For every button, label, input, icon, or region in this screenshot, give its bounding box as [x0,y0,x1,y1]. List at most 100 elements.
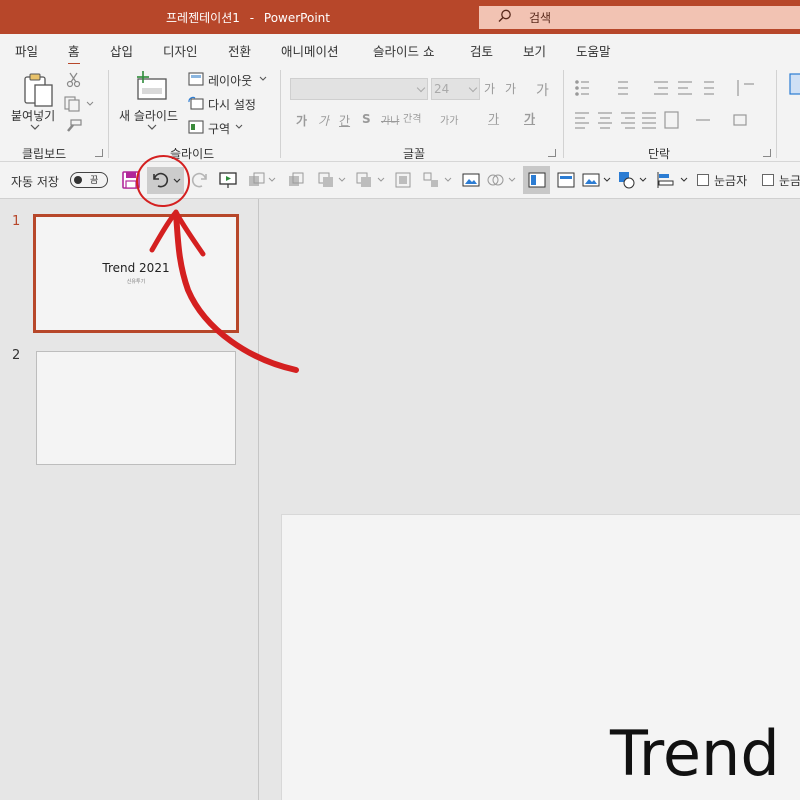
font-size-combo[interactable]: 24 [431,78,480,100]
arrange-icon[interactable] [246,170,276,190]
font-group-label: 글꼴 [403,147,426,161]
font-launcher-icon[interactable] [548,149,556,157]
font-size-chevron-icon[interactable] [468,83,478,93]
tab-animations[interactable]: 애니메이션 [281,41,339,60]
send-backward-icon[interactable] [316,170,346,190]
search-box[interactable]: 검색 [479,6,800,29]
toggle-knob [74,175,82,184]
ruler-checkbox[interactable] [697,174,709,186]
align-objects-icon[interactable] [422,170,452,190]
clipboard-group-label: 클립보드 [22,147,67,161]
start-slideshow-icon[interactable] [218,170,238,190]
autosave-toggle[interactable]: 끔 [70,172,108,188]
title-bar: 프레젠테이션1 - PowerPoint 검색 [0,0,800,34]
format-painter-icon[interactable] [64,119,82,135]
slide-thumbnail-2[interactable] [36,351,236,465]
copy-icon[interactable] [64,96,94,112]
align-buttons-row[interactable] [574,110,764,130]
bold-button[interactable]: 가 [296,112,307,129]
slide-thumbnail-1[interactable]: Trend 2021 신유투기 [33,214,239,333]
highlight-button[interactable]: 가 [488,110,499,127]
slides-group-label: 슬라이드 [170,147,215,161]
cut-icon[interactable] [66,72,82,88]
ruler-label: 눈금자 [714,174,748,188]
gridlines-label: 눈금 [779,174,800,188]
bring-forward-icon[interactable] [286,170,306,190]
ribbon-separator [776,70,777,158]
tab-transitions[interactable]: 전환 [228,41,251,60]
search-icon [498,9,511,22]
new-slide-icon[interactable] [134,71,168,101]
group-icon[interactable] [355,170,385,190]
font-size-value: 24 [434,82,450,96]
new-slide-label[interactable]: 새 슬라이드 [119,107,178,124]
toggle-state-label: 끔 [90,176,99,186]
document-title: 프레젠테이션1 [166,11,240,25]
ribbon-separator [563,70,564,158]
shrink-font-button[interactable]: 가 [505,80,516,97]
thumbnail-title: Trend 2021 [102,261,170,275]
picture-icon[interactable] [582,170,612,190]
clipboard-launcher-icon[interactable] [95,149,103,157]
underline-button[interactable]: 간 [339,112,350,129]
reset-icon[interactable] [188,96,204,110]
tab-insert[interactable]: 삽입 [110,41,133,60]
change-case-button[interactable]: 가가 [440,112,458,127]
ribbon-separator [108,70,109,158]
text-box-icon[interactable] [556,170,576,190]
shapes-icon[interactable] [618,170,648,190]
italic-button[interactable]: 가 [318,112,329,129]
slide-title-placeholder[interactable]: Trend 2 [610,717,800,790]
gridlines-checkbox[interactable] [762,174,774,186]
paste-icon[interactable] [22,72,56,108]
section-icon[interactable] [188,120,204,134]
font-color-button[interactable]: 가 [524,110,535,127]
tab-help[interactable]: 도움말 [576,41,611,60]
tab-view[interactable]: 보기 [523,41,546,60]
undo-icon[interactable] [150,170,170,190]
clear-format-button[interactable]: 가 [536,80,549,100]
ribbon: 붙여넣기 클립보드 새 슬라이드 레이아웃 다시 설정 구역 슬라이드 24 가… [0,64,800,162]
paragraph-group-label: 단락 [648,147,671,161]
shadow-button[interactable]: S [362,112,371,126]
insert-picture-icon[interactable] [461,170,481,190]
selection-pane-icon[interactable] [527,170,547,190]
strikethrough-button[interactable]: 가나 [381,112,399,127]
list-buttons-row[interactable] [574,78,764,98]
section-chevron-icon[interactable] [235,124,243,130]
new-slide-chevron-icon[interactable] [147,124,157,130]
save-icon[interactable] [121,170,141,190]
paste-chevron-icon[interactable] [30,124,40,130]
tab-review[interactable]: 검토 [470,41,493,60]
redo-icon[interactable] [190,170,210,190]
ribbon-separator [280,70,281,158]
font-name-chevron-icon[interactable] [416,83,426,93]
paragraph-launcher-icon[interactable] [763,149,771,157]
grow-font-button[interactable]: 가 [484,80,495,97]
undo-chevron-icon[interactable] [172,170,182,190]
paste-label[interactable]: 붙여넣기 [11,107,55,124]
font-name-combo[interactable] [290,78,428,100]
drawing-icon[interactable] [788,72,800,102]
window-title: 프레젠테이션1 - PowerPoint [166,9,330,26]
title-separator: - [249,11,255,25]
align-left-objects-icon[interactable] [655,170,689,190]
slide-canvas[interactable]: Trend 2 [281,514,800,800]
layout-chevron-icon[interactable] [259,76,267,82]
tab-slideshow[interactable]: 슬라이드 쇼 [373,41,434,60]
slide-number: 1 [12,214,21,229]
ungroup-icon[interactable] [393,170,413,190]
tab-file[interactable]: 파일 [15,41,38,60]
tab-design[interactable]: 디자인 [163,41,198,60]
thumbnail-subtitle: 신유투기 [126,279,146,285]
char-spacing-button[interactable]: 간격 [403,110,421,125]
layout-icon[interactable] [188,72,204,86]
reset-label[interactable]: 다시 설정 [208,96,256,113]
section-label[interactable]: 구역 [208,120,230,137]
ribbon-tabs: 파일 홈 삽입 디자인 전환 애니메이션 슬라이드 쇼 검토 보기 도움말 [0,34,800,66]
tab-home[interactable]: 홈 [68,41,80,66]
layout-label[interactable]: 레이아웃 [208,72,252,89]
autosave-label: 자동 저장 [11,175,59,189]
merge-shapes-icon[interactable] [486,170,516,190]
app-name: PowerPoint [263,11,330,25]
